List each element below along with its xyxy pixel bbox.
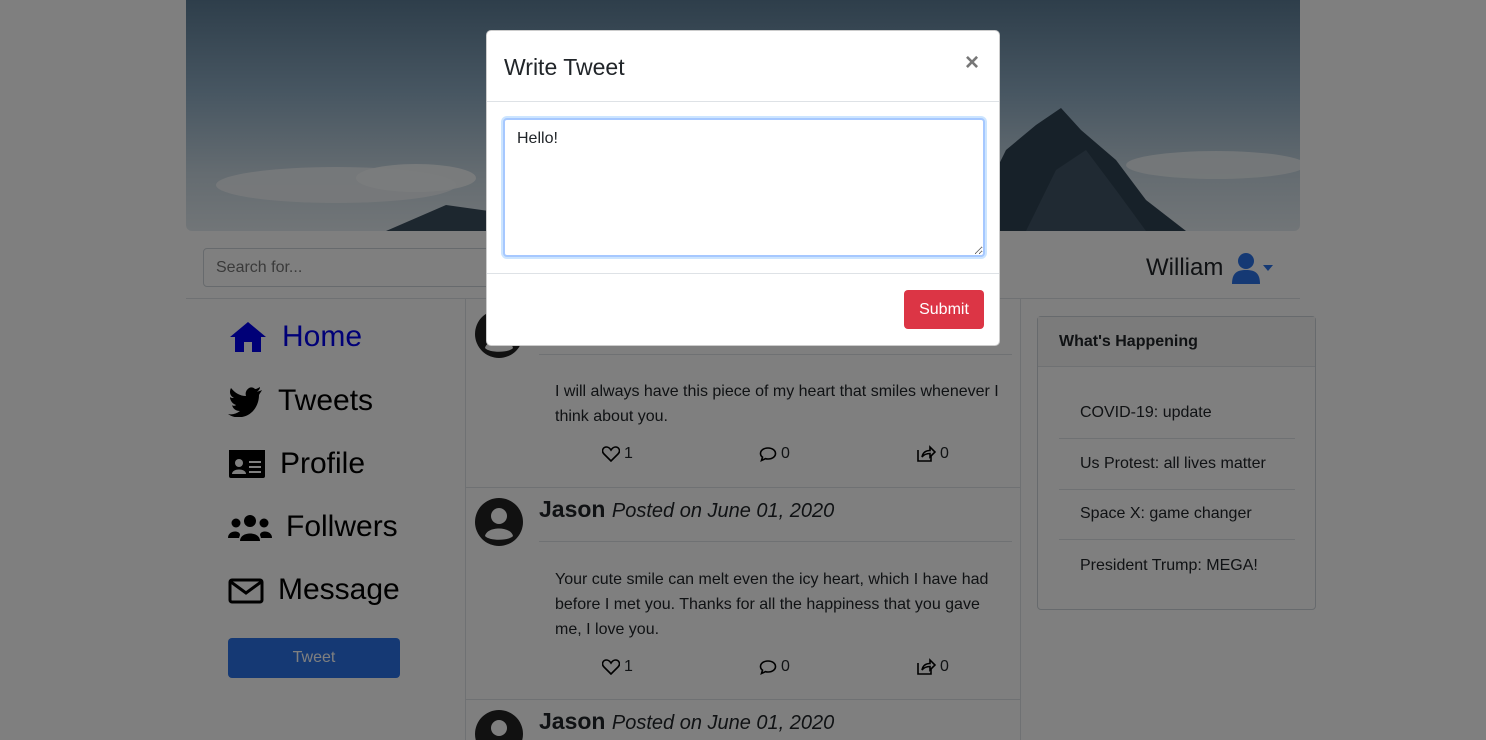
submit-button[interactable]: Submit xyxy=(904,290,984,329)
modal-divider xyxy=(487,101,999,102)
write-tweet-modal: Write Tweet × Hello! Submit xyxy=(486,30,1000,346)
modal-title: Write Tweet xyxy=(504,54,625,80)
tweet-textarea[interactable]: Hello! xyxy=(503,118,985,257)
modal-divider xyxy=(487,273,999,274)
page: William Home Tweets xyxy=(0,0,1486,740)
close-button[interactable]: × xyxy=(965,49,979,77)
